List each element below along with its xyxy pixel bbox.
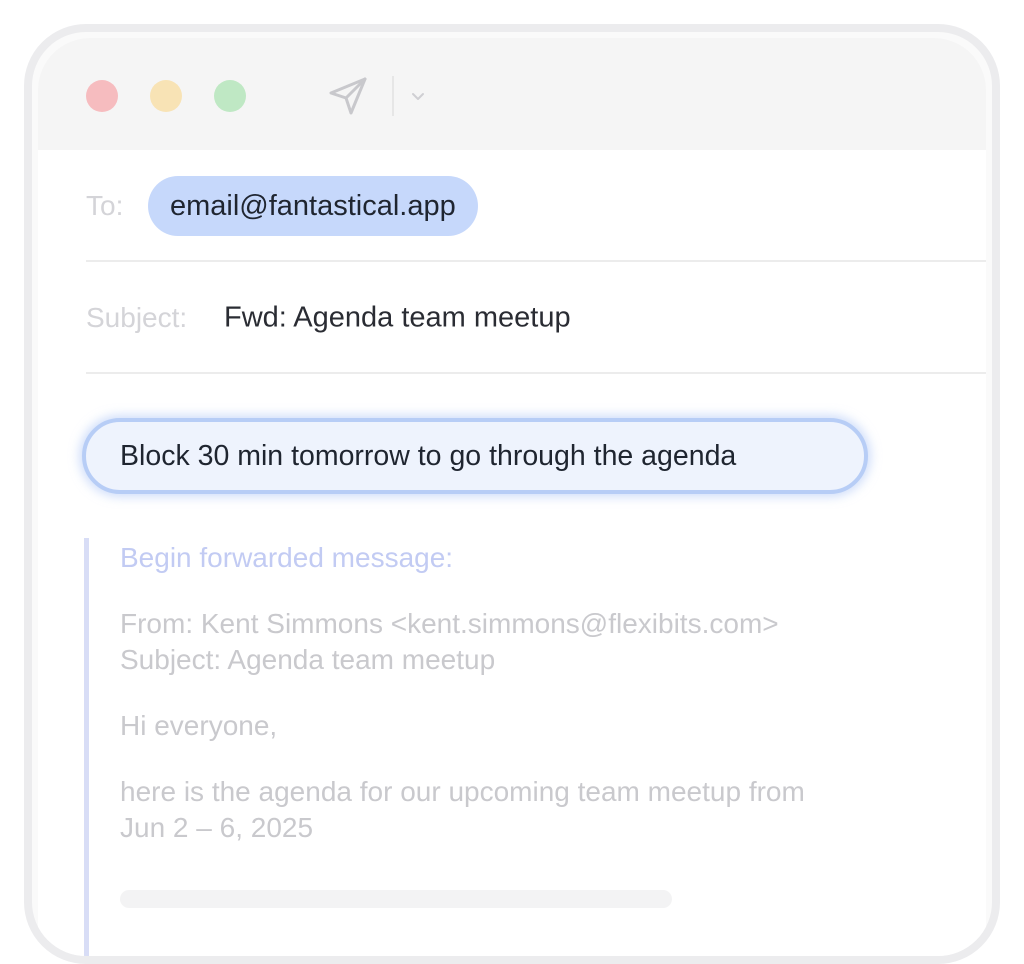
- minimize-window-button[interactable]: [150, 80, 182, 112]
- forwarded-subject: Subject: Agenda team meetup: [120, 644, 496, 675]
- to-label: To:: [86, 190, 124, 221]
- forwarded-greeting: Hi everyone,: [120, 710, 278, 741]
- recipient-chip[interactable]: email@fantastical.app: [148, 176, 478, 236]
- divider: [86, 260, 986, 262]
- text-placeholder-line: [120, 890, 672, 908]
- subject-label: Subject:: [86, 302, 188, 333]
- toolbar-divider: [392, 76, 394, 116]
- title-bar: [38, 38, 986, 150]
- forwarded-heading: Begin forwarded message:: [120, 542, 454, 573]
- forwarded-body-line: here is the agenda for our upcoming team…: [120, 776, 805, 807]
- forwarded-from: From: Kent Simmons <kent.simmons@flexibi…: [120, 608, 779, 639]
- subject-field[interactable]: Fwd: Agenda team meetup: [224, 302, 571, 335]
- to-row: To: email@fantastical.app: [86, 176, 986, 236]
- forwarded-quote-bar: [84, 538, 89, 956]
- forwarded-message: Begin forwarded message: From: Kent Simm…: [120, 538, 946, 846]
- subject-row: Subject: Fwd: Agenda team meetup: [86, 288, 986, 348]
- forwarded-body-line: Jun 2 – 6, 2025: [120, 812, 314, 843]
- device-frame: To: email@fantastical.app Subject: Fwd: …: [24, 24, 1000, 964]
- divider: [86, 372, 986, 374]
- chevron-down-icon[interactable]: [410, 88, 426, 104]
- natural-language-input[interactable]: Block 30 min tomorrow to go through the …: [82, 418, 868, 494]
- mail-compose-window: To: email@fantastical.app Subject: Fwd: …: [38, 38, 986, 956]
- send-icon[interactable]: [326, 74, 370, 118]
- close-window-button[interactable]: [86, 80, 118, 112]
- maximize-window-button[interactable]: [214, 80, 246, 112]
